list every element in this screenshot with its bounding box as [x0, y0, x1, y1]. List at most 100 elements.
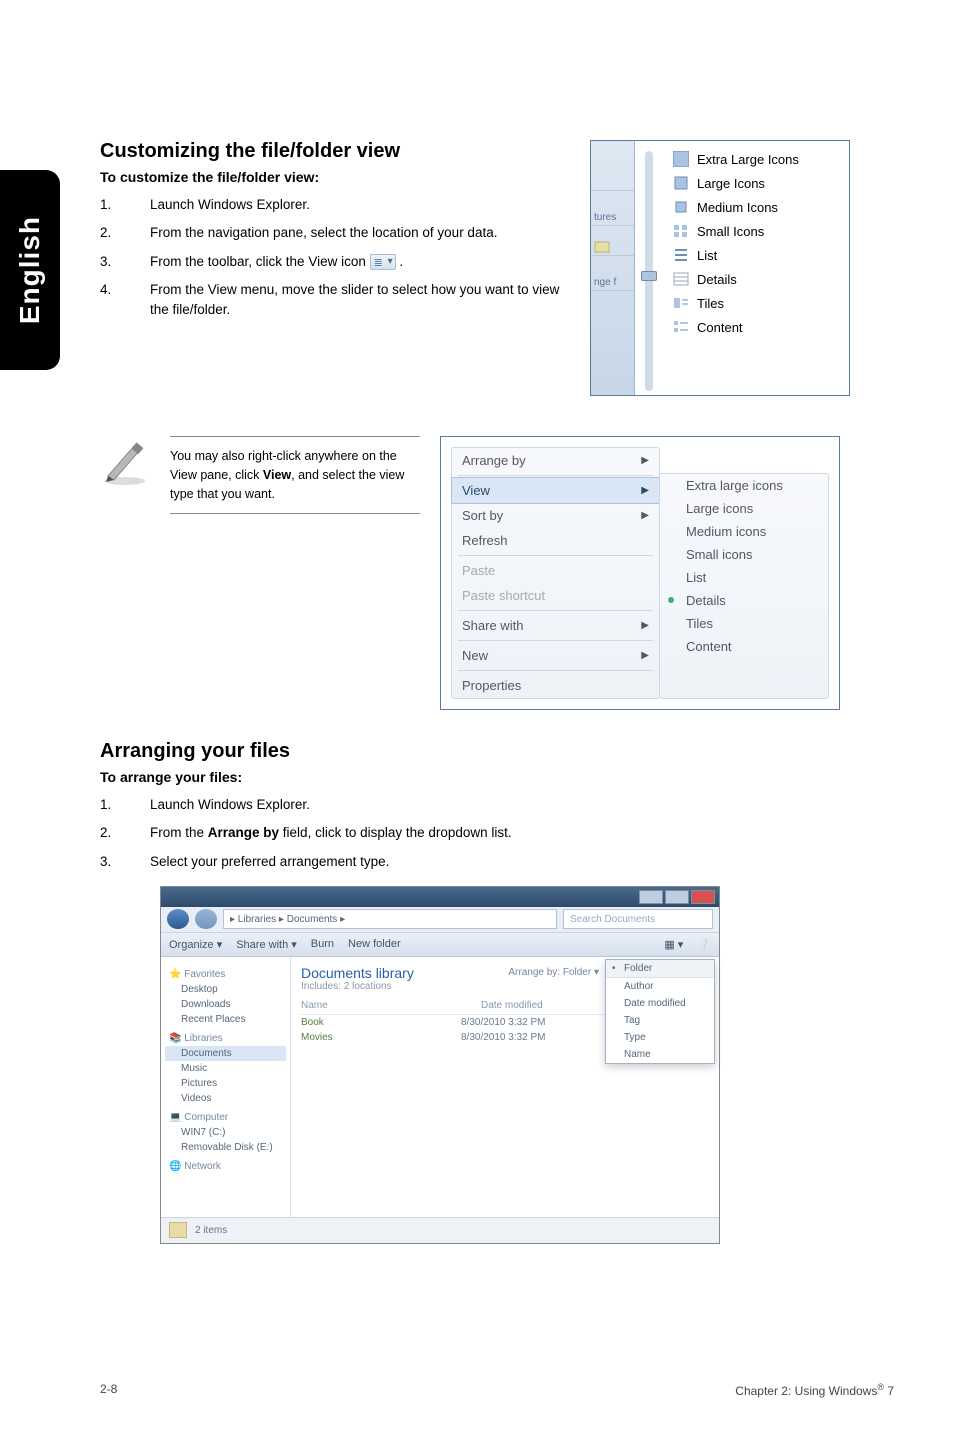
chevron-right-icon: ▶ — [641, 620, 649, 631]
opt-details[interactable]: Details — [667, 267, 845, 291]
context-menu-panel: Arrange by▶ View▶ Sort by▶ Refresh Paste… — [440, 436, 840, 710]
chevron-right-icon: ▶ — [641, 455, 649, 466]
cm-refresh[interactable]: Refresh — [452, 528, 659, 553]
chevron-right-icon: ▶ — [641, 485, 649, 496]
large-icon — [673, 175, 689, 191]
opt-small[interactable]: Small Icons — [667, 219, 845, 243]
nav-pictures[interactable]: Pictures — [165, 1076, 286, 1091]
drop-author[interactable]: Author — [606, 978, 714, 995]
search-input[interactable]: Search Documents — [563, 909, 713, 929]
s2-step2: 2. From the Arrange by field, click to d… — [100, 823, 894, 843]
sub-sm[interactable]: Small icons — [660, 543, 828, 566]
nav-desktop[interactable]: Desktop — [165, 982, 286, 997]
opt-list[interactable]: List — [667, 243, 845, 267]
nav-documents[interactable]: Documents — [165, 1046, 286, 1061]
step4: 4.From the View menu, move the slider to… — [100, 280, 570, 321]
nav-bar: ▸ Libraries ▸ Documents ▸ Search Documen… — [161, 907, 719, 933]
sub-tiles[interactable]: Tiles — [660, 612, 828, 635]
opt-tiles[interactable]: Tiles — [667, 291, 845, 315]
cm-share[interactable]: Share with▶ — [452, 613, 659, 638]
close-button[interactable] — [691, 890, 715, 904]
cm-new[interactable]: New▶ — [452, 643, 659, 668]
burn-button[interactable]: Burn — [311, 938, 334, 950]
sub-list[interactable]: List — [660, 566, 828, 589]
nav-videos[interactable]: Videos — [165, 1091, 286, 1106]
view-icon — [370, 254, 396, 270]
list-icon — [673, 247, 689, 263]
cm-paste-shortcut: Paste shortcut — [452, 583, 659, 608]
section2-steps: 1.Launch Windows Explorer. 2. From the A… — [100, 795, 894, 872]
section1-row: Customizing the file/folder view To cust… — [100, 140, 894, 396]
status-text: 2 items — [195, 1225, 227, 1236]
arrange-by-field[interactable]: Arrange by: Folder ▾ — [508, 967, 599, 978]
sub-content[interactable]: Content — [660, 635, 828, 658]
cm-properties[interactable]: Properties — [452, 673, 659, 698]
col-date[interactable]: Date modified — [481, 1000, 601, 1011]
view-options-list: Extra Large Icons Large Icons Medium Ico… — [663, 141, 849, 395]
grp-fav: ⭐ Favorites — [169, 969, 286, 980]
nav-win7[interactable]: WIN7 (C:) — [165, 1125, 286, 1140]
sub-xl[interactable]: Extra large icons — [660, 474, 828, 497]
share-menu[interactable]: Share with ▾ — [236, 938, 297, 951]
step1: 1.Launch Windows Explorer. — [100, 195, 570, 215]
nav-removable[interactable]: Removable Disk (E:) — [165, 1140, 286, 1155]
explorer-mock: ▸ Libraries ▸ Documents ▸ Search Documen… — [160, 886, 720, 1244]
language-tab: English — [0, 170, 60, 370]
opt-content[interactable]: Content — [667, 315, 845, 339]
cm-view[interactable]: View▶ — [451, 477, 660, 504]
language-label: English — [14, 216, 46, 324]
sub-details[interactable]: Details — [660, 589, 828, 612]
s2-step3: 3.Select your preferred arrangement type… — [100, 852, 894, 872]
chapter-label: Chapter 2: Using Windows® 7 — [735, 1382, 894, 1398]
sub-lg[interactable]: Large icons — [660, 497, 828, 520]
sub-md[interactable]: Medium icons — [660, 520, 828, 543]
maximize-button[interactable] — [665, 890, 689, 904]
panel-left-stub: tures nge f — [591, 141, 635, 395]
page-footer: 2-8 Chapter 2: Using Windows® 7 — [100, 1382, 894, 1398]
back-button[interactable] — [167, 909, 189, 929]
section1-subheading: To customize the file/folder view: — [100, 169, 570, 185]
arrange-dropdown: Folder Author Date modified Tag Type Nam… — [605, 959, 715, 1064]
step2: 2.From the navigation pane, select the l… — [100, 223, 570, 243]
nav-recent[interactable]: Recent Places — [165, 1012, 286, 1027]
section2: Arranging your files To arrange your fil… — [100, 740, 894, 1244]
view-toggle[interactable]: ▦ ▾ — [664, 938, 683, 951]
cm-arrange[interactable]: Arrange by▶ — [452, 448, 659, 473]
view-size-panel: tures nge f Extra Large Icons — [590, 140, 850, 396]
content-pane: Documents library Includes: 2 locations … — [291, 957, 719, 1217]
drop-date[interactable]: Date modified — [606, 995, 714, 1012]
section2-heading: Arranging your files — [100, 740, 894, 763]
help-icon[interactable]: ❔ — [697, 938, 711, 951]
organize-menu[interactable]: Organize ▾ — [169, 938, 222, 951]
page-content: Customizing the file/folder view To cust… — [100, 140, 894, 1244]
drop-folder[interactable]: Folder — [606, 960, 714, 978]
forward-button[interactable] — [195, 909, 217, 929]
opt-extra-large[interactable]: Extra Large Icons — [667, 147, 845, 171]
minimize-button[interactable] — [639, 890, 663, 904]
extra-large-icon — [673, 151, 689, 167]
col-name[interactable]: Name — [301, 1000, 421, 1011]
drop-type[interactable]: Type — [606, 1029, 714, 1046]
view-slider[interactable] — [645, 151, 653, 391]
nav-downloads[interactable]: Downloads — [165, 997, 286, 1012]
opt-large[interactable]: Large Icons — [667, 171, 845, 195]
nav-music[interactable]: Music — [165, 1061, 286, 1076]
opt-medium[interactable]: Medium Icons — [667, 195, 845, 219]
nav-pane: ⭐ Favorites Desktop Downloads Recent Pla… — [161, 957, 291, 1217]
section2-subheading: To arrange your files: — [100, 769, 894, 785]
grp-lib: 📚 Libraries — [169, 1033, 286, 1044]
pencil-icon — [100, 436, 150, 486]
cm-paste: Paste — [452, 558, 659, 583]
note-text: You may also right-click anywhere on the… — [170, 436, 420, 514]
section1-steps: 1.Launch Windows Explorer. 2.From the na… — [100, 195, 570, 320]
tiles-icon — [673, 295, 689, 311]
cm-sort[interactable]: Sort by▶ — [452, 503, 659, 528]
step3: 3. From the toolbar, click the View icon… — [100, 252, 570, 272]
slider-thumb[interactable] — [641, 271, 657, 281]
drop-tag[interactable]: Tag — [606, 1012, 714, 1029]
new-folder-button[interactable]: New folder — [348, 938, 401, 950]
drop-name[interactable]: Name — [606, 1046, 714, 1063]
s2-step1: 1.Launch Windows Explorer. — [100, 795, 894, 815]
explorer-body: ⭐ Favorites Desktop Downloads Recent Pla… — [161, 957, 719, 1217]
breadcrumb[interactable]: ▸ Libraries ▸ Documents ▸ — [223, 909, 557, 929]
